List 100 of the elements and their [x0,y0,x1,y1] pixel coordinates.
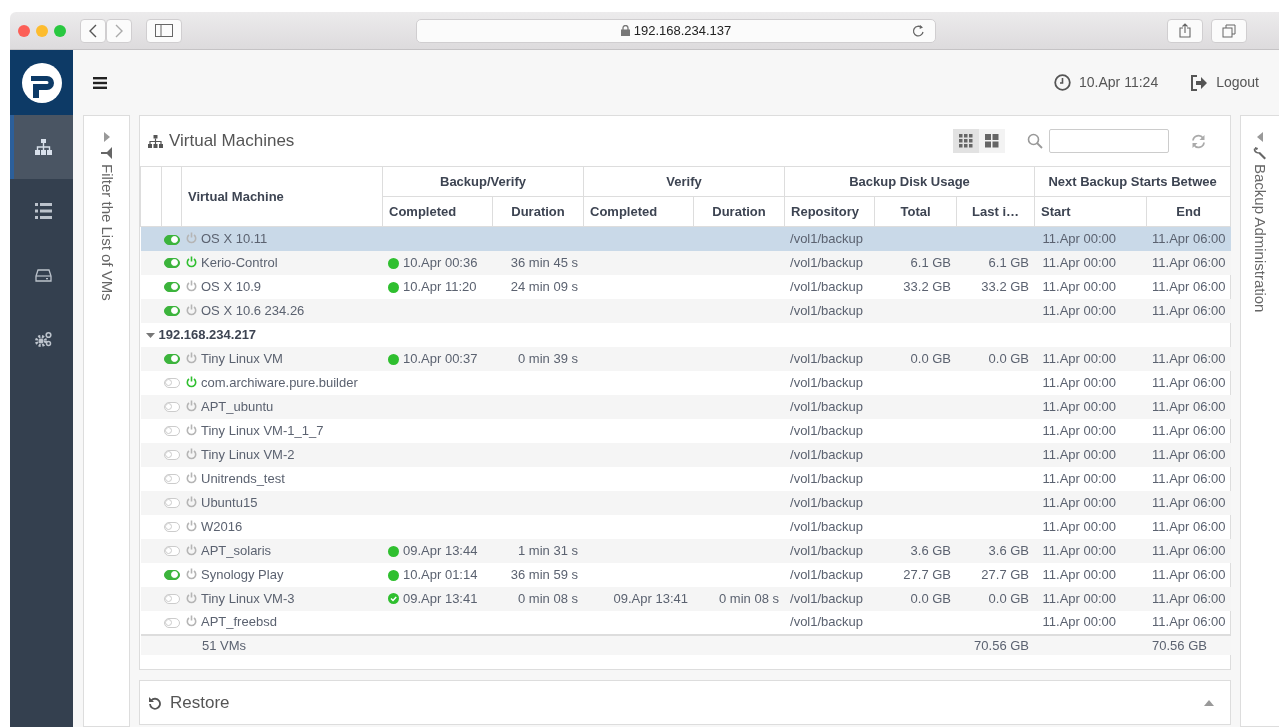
toggle-switch[interactable] [164,282,180,293]
column-header[interactable]: Duration [492,196,584,227]
sidebar-icon [155,24,173,37]
search-field[interactable] [1049,129,1169,153]
nav-item[interactable] [10,115,73,179]
table-cell: 11.Apr 06:00 [1146,490,1231,515]
table-row[interactable]: APT_ubuntu /vol1/backup 11.Apr 00:00 11.Apr 06:00 [140,394,1231,419]
view-toggle-button[interactable] [979,129,1005,153]
address-bar[interactable]: 192.168.234.137 [416,18,936,43]
lock-icon [620,25,630,36]
grid-view-icon [959,134,973,148]
expand-caret-icon[interactable] [103,132,110,142]
table-cell: 0 min 08 s [693,586,785,611]
vm-name[interactable]: W2016 [201,518,243,534]
column-header[interactable]: Completed [583,196,694,227]
table-row[interactable]: OS X 10.11 /vol1/backup 11.Apr 00:00 11.Apr 06:00 [140,226,1231,251]
tabs-button[interactable] [1211,18,1247,43]
table-row[interactable]: com.archiware.pure.builder /vol1/backup 11.Apr 00:00 11.Apr 06:00 [140,370,1231,395]
table-cell: 11.Apr 00:00 [1034,562,1147,587]
table-row[interactable]: Synology Play 10.Apr 01:14 36 min 59 s /vol1/backup 27.7 GB 27.7 GB 11.Apr 00:00 11.Apr 06:00 [140,562,1231,587]
table-row[interactable]: Tiny Linux VM 10.Apr 00:37 0 min 39 s /vol1/backup 0.0 GB 0.0 GB 11.Apr 00:00 11.Apr 06:00 [140,346,1231,371]
column-header[interactable]: Total [874,196,957,227]
share-button[interactable] [1167,18,1203,43]
column-header[interactable]: Virtual Machine [181,166,383,227]
table-cell: 0.0 GB [956,586,1035,611]
zoom-window-button[interactable] [54,24,66,37]
table-row[interactable]: Kerio-Control 10.Apr 00:36 36 min 45 s /vol1/backup 6.1 GB 6.1 GB 11.Apr 00:00 11.Apr 06:00 [140,250,1231,275]
toggle-switch[interactable] [164,546,180,557]
table-row[interactable]: W2016 /vol1/backup 11.Apr 00:00 11.Apr 06:00 [140,514,1231,539]
toggle-switch[interactable] [164,498,180,509]
table-cell: 11.Apr 00:00 [1034,466,1147,491]
vm-name[interactable]: Ubuntu15 [201,494,258,510]
table-row[interactable]: OS X 10.9 10.Apr 11:20 24 min 09 s /vol1/backup 33.2 GB 33.2 GB 11.Apr 00:00 11.Apr 06:00 [140,274,1231,299]
table-cell: 36 min 45 s [492,250,584,275]
list-icon [35,203,52,219]
host-group-label[interactable]: 192.168.234.217 [158,326,257,342]
clock-icon [1054,74,1072,91]
table-cell: 09.Apr 13:41 [583,586,694,611]
sidebar-toggle-button[interactable] [146,18,182,43]
vm-name[interactable]: com.archiware.pure.builder [201,374,358,390]
collapse-caret-icon[interactable] [1204,699,1214,706]
table-cell: 11.Apr 06:00 [1146,514,1231,539]
table-row[interactable]: Tiny Linux VM-3 09.Apr 13:41 0 min 08 s 09.Apr 13:41 0 min 08 s /vol1/backup 0.0 GB 0.0 GB 11.Apr 00:00 11.Apr 06:00 [140,586,1231,611]
column-header[interactable]: Duration [693,196,785,227]
close-window-button[interactable] [18,24,30,37]
vm-name[interactable]: Unitrends_test [201,470,285,486]
table-cell: 11.Apr 06:00 [1146,418,1231,443]
table-cell: 11.Apr 00:00 [1034,298,1147,323]
toggle-switch[interactable] [164,617,180,628]
table-cell: 3.6 GB [874,538,957,563]
table-cell: /vol1/backup [784,250,875,275]
column-header[interactable]: Completed [382,196,493,227]
table-row[interactable]: APT_solaris 09.Apr 13:44 1 min 31 s /vol1/backup 3.6 GB 3.6 GB 11.Apr 00:00 11.Apr 06:00 [140,538,1231,563]
vm-name[interactable]: APT_freebsd [201,614,277,630]
toggle-switch[interactable] [164,450,180,461]
column-header[interactable]: Repository [784,196,875,227]
toggle-switch[interactable] [164,426,180,437]
backup-administration-label[interactable]: Backup Administration [1248,164,1272,313]
table-row[interactable]: Unitrends_test /vol1/backup 11.Apr 00:00 11.Apr 06:00 [140,466,1231,491]
refresh-icon[interactable] [1191,133,1206,149]
vm-name[interactable]: Synology Play [201,566,284,582]
table-cell: 3.6 GB [956,538,1035,563]
vm-name[interactable]: Tiny Linux VM-1_1_7 [201,422,324,438]
toggle-switch[interactable] [164,594,180,605]
table-cell: /vol1/backup [784,610,875,635]
minimize-window-button[interactable] [36,24,48,37]
restore-panel[interactable]: Restore [139,680,1231,725]
toggle-switch[interactable] [164,570,180,581]
toggle-switch[interactable] [164,306,180,317]
expand-caret-icon[interactable] [1257,132,1263,142]
back-chevron-icon [89,23,97,38]
table-row[interactable]: OS X 10.6 234.26 /vol1/backup 11.Apr 00:00 11.Apr 06:00 [140,298,1231,323]
table-cell: /vol1/backup [784,586,875,611]
column-header[interactable]: Last i… [956,196,1035,227]
toggle-switch[interactable] [164,474,180,485]
toggle-switch[interactable] [164,402,180,413]
toggle-switch[interactable] [164,234,180,245]
wrench-icon [1253,146,1267,160]
table-cell: 11.Apr 00:00 [1034,274,1147,299]
table-row[interactable]: Tiny Linux VM-2 /vol1/backup 11.Apr 00:00 11.Apr 06:00 [140,442,1231,467]
vm-name[interactable]: OS X 10.9 [201,278,261,294]
forward-button[interactable] [106,18,132,43]
reload-icon[interactable] [912,23,925,38]
tiles-view-icon [985,134,999,148]
logout-link[interactable]: Logout [1190,72,1259,93]
column-header[interactable]: Start [1034,196,1147,227]
vm-name[interactable]: OS X 10.11 [201,231,268,246]
toggle-switch[interactable] [164,354,180,365]
filter-panel-label[interactable]: Filter the List of VMs [95,164,118,301]
view-toggle-button[interactable] [953,129,979,153]
table-row[interactable]: Ubuntu15 /vol1/backup 11.Apr 00:00 11.Apr 06:00 [140,490,1231,515]
table-cell: 11.Apr 00:00 [1034,586,1147,611]
menu-icon[interactable] [93,76,107,89]
tree-caret-icon[interactable] [145,330,155,340]
toggle-switch[interactable] [164,258,180,269]
back-button[interactable] [80,18,106,43]
toggle-switch[interactable] [164,522,180,533]
column-header[interactable]: End [1146,196,1231,227]
table-row[interactable]: Tiny Linux VM-1_1_7 /vol1/backup 11.Apr 00:00 11.Apr 06:00 [140,418,1231,443]
toggle-switch[interactable] [164,378,180,389]
